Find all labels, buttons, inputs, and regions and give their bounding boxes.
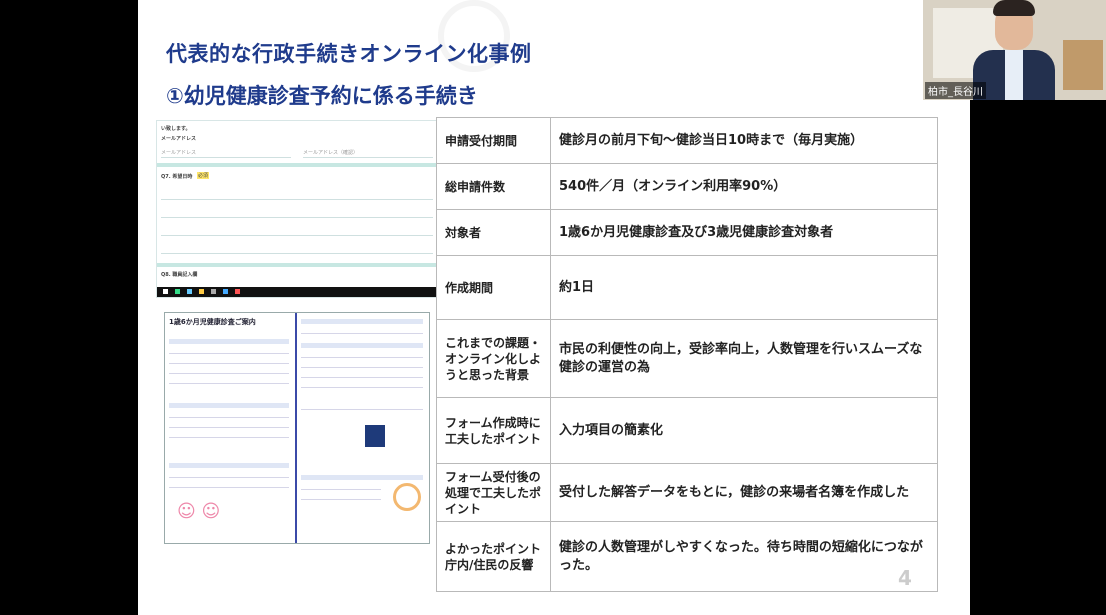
table-label: よかったポイント庁内/住民の反響 [436,521,551,592]
flyer-title: 1歳6か月児健康診査ご案内 [169,318,256,326]
page-number: 4 [898,566,912,590]
form-email-placeholder: メールアドレス [161,150,197,156]
webcam-video-tile[interactable]: 柏市_長谷川 [923,0,1106,100]
form-q8-label: Q8. 職員記入欄 [161,272,198,278]
flyer-image: 1歳6か月児健康診査ご案内 ☺ ☺ [164,312,430,544]
table-row: 総申請件数 540件／月（オンライン利用率90%） [436,163,938,210]
city-logo [393,483,421,511]
table-value: 入力項目の簡素化 [550,397,938,464]
qr-banner-image [365,425,385,447]
table-row: よかったポイント庁内/住民の反響 健診の人数管理がしやすくなった。待ち時間の短縮… [436,521,938,592]
table-label: 申請受付期間 [436,117,551,164]
table-value: 540件／月（オンライン利用率90%） [550,163,938,210]
form-email-label: メールアドレス [161,136,197,142]
info-table: 申請受付期間 健診月の前月下旬～健診当日10時まで（毎月実施） 総申請件数 54… [436,117,938,592]
table-label: 作成期間 [436,255,551,320]
table-label: 対象者 [436,209,551,256]
form-q7-label: Q7. 希望日時 [161,174,193,180]
table-label: フォーム受付後の処理で工夫したポイント [436,463,551,522]
table-value: 約1日 [550,255,938,320]
baby-illustration: ☺ ☺ [177,501,221,522]
table-row: フォーム作成時に工夫したポイント 入力項目の簡素化 [436,397,938,464]
table-value: 受付した解答データをもとに，健診の来場者名簿を作成した [550,463,938,522]
table-row: 作成期間 約1日 [436,255,938,320]
form-screenshot-image: い致します。 メールアドレス メールアドレス メールアドレス（確認） Q7. 希… [156,120,438,298]
table-label: フォーム作成時に工夫したポイント [436,397,551,464]
table-label: 総申請件数 [436,163,551,210]
table-label: これまでの課題・オンライン化しようと思った背景 [436,319,551,398]
table-row: 申請受付期間 健診月の前月下旬～健診当日10時まで（毎月実施） [436,117,938,164]
table-value: 健診の人数管理がしやすくなった。待ち時間の短縮化につながった。 [550,521,938,592]
form-email-confirm-placeholder: メールアドレス（確認） [303,150,359,156]
table-value: 健診月の前月下旬～健診当日10時まで（毎月実施） [550,117,938,164]
table-row: これまでの課題・オンライン化しようと思った背景 市民の利便性の向上，受診率向上，… [436,319,938,398]
table-row: フォーム受付後の処理で工夫したポイント 受付した解答データをもとに，健診の来場者… [436,463,938,522]
screen-share-view: 代表的な行政手続きオンライン化事例 ①幼児健康診査予約に係る手続き い致します。… [0,0,1106,615]
table-row: 対象者 1歳6か月児健康診査及び3歳児健康診査対象者 [436,209,938,256]
table-value: 1歳6か月児健康診査及び3歳児健康診査対象者 [550,209,938,256]
form-q7-required-badge: 必須 [197,172,210,179]
form-header-text: い致します。 [161,126,191,132]
table-value: 市民の利便性の向上，受診率向上，人数管理を行いスムーズな健診の運営の為 [550,319,938,398]
participant-name: 柏市_長谷川 [925,82,986,99]
taskbar [157,287,437,297]
slide-subtitle: ①幼児健康診査予約に係る手続き [166,84,478,108]
presentation-slide: 代表的な行政手続きオンライン化事例 ①幼児健康診査予約に係る手続き い致します。… [138,0,970,615]
slide-title: 代表的な行政手続きオンライン化事例 [166,42,532,66]
